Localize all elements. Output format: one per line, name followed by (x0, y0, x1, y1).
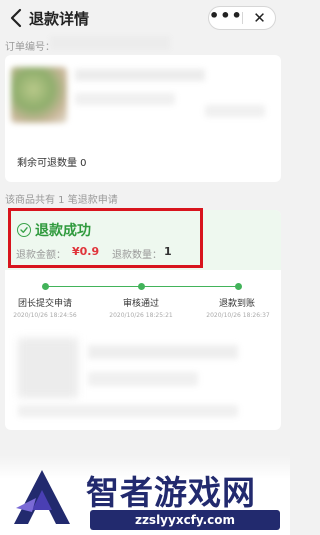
refund-count-text: 该商品共有 1 笔退款申请 (5, 195, 118, 206)
close-icon[interactable]: ✕ (243, 7, 276, 29)
step-time: 2020/10/26 18:26:37 (206, 312, 270, 319)
redacted-content (18, 405, 238, 417)
mini-program-capsule: ••• ✕ (208, 6, 276, 30)
progress-dot (235, 283, 242, 290)
watermark-url: zzslyyxcfy.com (90, 510, 280, 530)
refund-qty-label: 退款数量： (112, 250, 162, 261)
redacted-content (18, 338, 78, 398)
progress-line (141, 286, 238, 287)
order-number-label: 订单编号： (5, 42, 55, 53)
back-arrow-icon[interactable] (8, 7, 26, 29)
progress-dot (42, 283, 49, 290)
nav-bar: 退款详情 ••• ✕ (0, 0, 290, 36)
step-label: 退款到账 (218, 299, 255, 309)
remaining-refund-qty: 剩余可退数量 0 (17, 158, 87, 169)
product-image (11, 67, 67, 123)
progress-dot (138, 283, 145, 290)
refund-amount-value: ¥0.9 (72, 245, 100, 258)
order-number-redacted (50, 36, 170, 50)
watermark-logo-icon (14, 470, 70, 524)
watermark-text: 智者游戏网 (86, 473, 256, 512)
product-price-redacted (205, 105, 265, 117)
progress-line (45, 286, 141, 287)
step-time: 2020/10/26 18:24:56 (13, 312, 77, 319)
refund-status: 退款成功 (35, 223, 91, 239)
redacted-content (88, 345, 238, 359)
redacted-content (88, 372, 198, 386)
product-card[interactable]: 剩余可退数量 0 (5, 55, 281, 182)
product-spec-redacted (75, 93, 175, 105)
product-name-redacted (75, 69, 205, 81)
refund-qty-value: 1 (164, 245, 172, 258)
step-time: 2020/10/26 18:25:21 (109, 312, 173, 319)
step-label: 团长提交申请 (17, 299, 72, 309)
refund-amount-label: 退款金额： (16, 250, 66, 261)
more-icon[interactable]: ••• (209, 7, 242, 29)
step-label: 审核通过 (122, 299, 159, 309)
page-title: 退款详情 (29, 10, 90, 28)
check-circle-icon (17, 223, 31, 237)
